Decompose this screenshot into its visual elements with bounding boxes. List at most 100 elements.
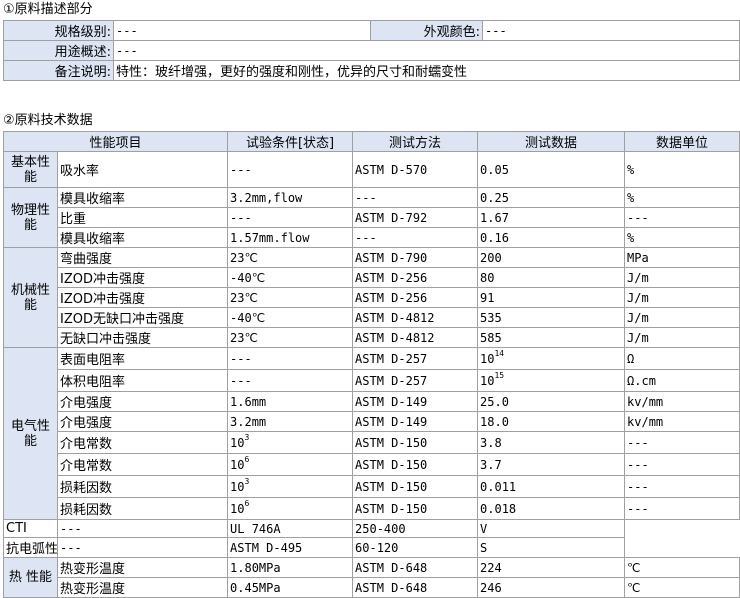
test-value: 3.7 <box>477 453 626 476</box>
test-method: ASTM D-149 <box>352 411 479 432</box>
header-method: 测试方法 <box>352 131 479 152</box>
property-name: 吸水率 <box>56 151 229 188</box>
test-value: 224 <box>477 557 626 578</box>
test-value: 200 <box>477 247 626 268</box>
test-method-text: ASTM D-150 <box>355 457 428 472</box>
test-condition-text: -40℃ <box>230 310 266 325</box>
property-name: 热变形温度 <box>56 557 229 578</box>
test-method-text: --- <box>355 190 377 205</box>
group-label: 机械性能 <box>3 247 58 348</box>
data-unit-text: MPa <box>627 250 649 265</box>
test-method-text: ASTM D-4812 <box>355 310 435 325</box>
test-method: ASTM D-792 <box>352 207 479 228</box>
test-condition-text: 3.2mm <box>230 414 267 429</box>
test-value-text: 3.7 <box>480 457 502 472</box>
test-condition: 23℃ <box>227 327 354 348</box>
test-value-text: 0.25 <box>480 190 509 205</box>
test-method-text: ASTM D-150 <box>355 479 428 494</box>
test-value-text: 535 <box>480 310 502 325</box>
section1-title: ①原料描述部分 <box>3 2 93 17</box>
test-method: ASTM D-149 <box>352 391 479 412</box>
property-name: 损耗因数 <box>56 475 229 498</box>
header-unit: 数据单位 <box>624 131 740 152</box>
test-condition: 103 <box>227 475 354 498</box>
table-row: 介电强度 3.2mm ASTM D-149 18.0 kv/mm <box>4 411 740 432</box>
test-value: 0.16 <box>477 227 626 248</box>
table-row: 损耗因数 103 ASTM D-150 0.011 --- <box>4 475 740 498</box>
test-condition: -40℃ <box>227 267 354 288</box>
test-condition-exponent: 6 <box>244 454 250 464</box>
property-name: 介电常数 <box>56 431 229 454</box>
test-value: 1014 <box>477 347 626 370</box>
data-unit: Ω <box>624 347 740 370</box>
table-row: 无缺口冲击强度 23℃ ASTM D-4812 585 J/m <box>4 327 740 348</box>
table-row: 损耗因数 106 ASTM D-150 0.018 --- <box>4 497 740 520</box>
test-condition-text: 10 <box>230 435 245 450</box>
test-method: ASTM D-150 <box>352 453 479 476</box>
usage-value: --- <box>113 40 740 61</box>
test-condition: 103 <box>227 431 354 454</box>
data-unit-text: % <box>627 162 635 177</box>
property-name: 介电强度 <box>56 411 229 432</box>
test-value-text: 0.16 <box>480 230 509 245</box>
data-unit: kv/mm <box>624 391 740 412</box>
table-row: 体积电阻率 --- ASTM D-257 1015 Ω.cm <box>4 369 740 392</box>
test-condition: 1.80MPa <box>227 557 354 578</box>
test-condition: --- <box>56 537 229 558</box>
test-value-text: 10 <box>480 373 495 388</box>
data-unit: % <box>624 151 740 188</box>
grade-row: 规格级别: --- 外观颜色: --- <box>3 20 740 41</box>
property-name-text: 模具收缩率 <box>60 192 126 207</box>
test-value-text: 60-120 <box>355 540 399 555</box>
data-unit: V <box>477 519 626 538</box>
test-condition-text: --- <box>230 210 252 225</box>
test-condition-text: 1.80MPa <box>230 560 281 575</box>
test-method-text: ASTM D-648 <box>355 560 428 575</box>
property-name-text: 体积电阻率 <box>60 375 126 390</box>
test-value: 18.0 <box>477 411 626 432</box>
table-row: 机械性能 弯曲强度 23℃ ASTM D-790 200 MPa <box>3 247 740 348</box>
test-value-exponent: 14 <box>494 348 505 358</box>
test-value-text: 0.05 <box>480 162 509 177</box>
test-condition-text: 23℃ <box>230 290 258 305</box>
data-unit: % <box>624 187 740 208</box>
grade-value: --- <box>113 20 371 41</box>
usage-row: 用途概述: --- <box>3 40 740 61</box>
test-value: 1.67 <box>477 207 626 228</box>
property-name: 无缺口冲击强度 <box>56 327 229 348</box>
group-label: 基本性能 <box>3 151 58 188</box>
test-value-text: 200 <box>480 250 502 265</box>
property-name-text: 表面电阻率 <box>60 353 126 368</box>
property-name-text: 热变形温度 <box>60 562 126 577</box>
test-method: ASTM D-256 <box>352 267 479 288</box>
test-value: 250-400 <box>352 519 479 538</box>
test-value: 535 <box>477 307 626 328</box>
table-row: CTI --- UL 746A 250-400 V <box>3 519 740 538</box>
data-unit-text: --- <box>627 457 649 472</box>
data-unit: J/m <box>624 307 740 328</box>
data-unit-text: Ω <box>627 351 635 366</box>
notes-row: 备注说明: 特性：玻纤增强，更好的强度和刚性，优异的尺寸和耐蠕变性 <box>3 60 740 81</box>
data-unit-text: ℃ <box>627 560 641 575</box>
test-value-text: 25.0 <box>480 394 509 409</box>
test-condition-text: --- <box>230 162 252 177</box>
color-value: --- <box>482 20 740 41</box>
test-condition: --- <box>227 369 354 392</box>
data-unit-text: % <box>627 190 635 205</box>
test-condition-text: -40℃ <box>230 270 266 285</box>
data-unit-text: --- <box>627 435 649 450</box>
property-name-text: 损耗因数 <box>60 481 113 496</box>
test-condition-text: --- <box>60 521 82 536</box>
table-row: 基本性能 吸水率 --- ASTM D-570 0.05% <box>3 151 740 188</box>
property-name: 弯曲强度 <box>56 247 229 268</box>
data-unit-text: S <box>480 540 488 555</box>
color-label: 外观颜色: <box>370 20 483 41</box>
test-value: 0.05 <box>477 151 626 188</box>
test-value-text: 0.018 <box>480 501 517 516</box>
grade-label: 规格级别: <box>3 20 114 41</box>
tech-data-table: 性能项目 试验条件[状态] 测试方法 测试数据 数据单位 基本性能 吸水率 --- A… <box>2 131 740 598</box>
table-row: IZOD冲击强度 -40℃ ASTM D-256 80 J/m <box>4 267 740 288</box>
test-method-text: ASTM D-792 <box>355 210 428 225</box>
property-name: 抗电弧性 <box>3 537 58 558</box>
test-method: ASTM D-648 <box>352 557 479 578</box>
